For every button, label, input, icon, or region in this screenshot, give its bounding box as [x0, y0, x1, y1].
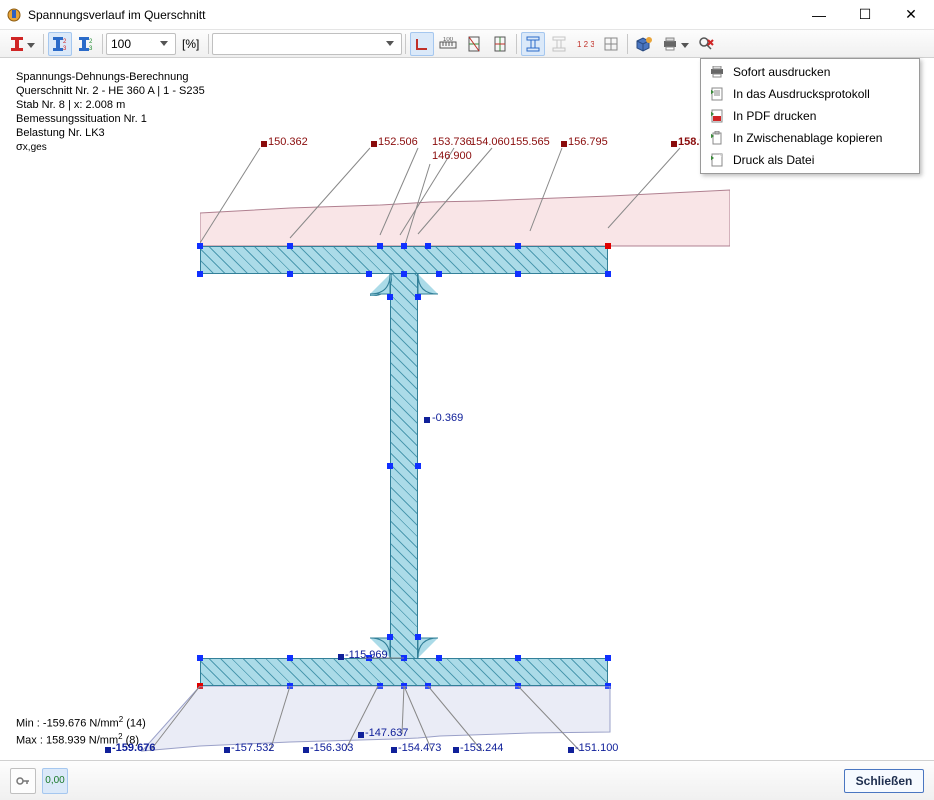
tb-printer-dropdown[interactable] [658, 32, 692, 56]
tb-I-frame-secondary[interactable] [547, 32, 571, 56]
stress-value-mid: -0.369 [432, 412, 463, 424]
menu-label: Druck als Datei [727, 153, 814, 167]
chevron-down-icon [383, 41, 397, 46]
pdf-icon [707, 109, 727, 123]
min-line: Min : -159.676 N/mm2 (14) [16, 713, 146, 731]
stress-value-bot-6: -154.473 [398, 742, 441, 754]
flange-top [200, 246, 608, 274]
copy-to-clipboard[interactable]: In Zwischenablage kopieren [703, 127, 917, 149]
val-dot [391, 747, 397, 753]
stress-value-bot-3: -157.532 [231, 742, 274, 754]
info-line-1: Spannungs-Dehnungs-Berechnung [16, 70, 205, 84]
val-dot [453, 747, 459, 753]
tb-view-3d[interactable] [632, 32, 656, 56]
stress-value-bot-5: -147.637 [365, 727, 408, 739]
val-dot [568, 747, 574, 753]
info-line-3: Stab Nr. 8 | x: 2.008 m [16, 98, 205, 112]
tb-section-red[interactable] [5, 32, 39, 56]
max-line: Max : 158.939 N/mm2 (8) [16, 730, 146, 748]
svg-text:100: 100 [443, 37, 454, 43]
tb-zoom-combo[interactable]: 100 [106, 33, 176, 55]
print-to-report[interactable]: In das Ausdrucksprotokoll [703, 83, 917, 105]
chevron-down-icon [157, 41, 171, 46]
print-to-file[interactable]: Druck als Datei [703, 149, 917, 171]
close-button[interactable]: Schließen [844, 769, 924, 793]
info-block: Spannungs-Dehnungs-Berechnung Querschnit… [16, 70, 205, 155]
web [390, 274, 418, 658]
tb-stress-diagram-1[interactable] [462, 32, 486, 56]
decimals-icon: 0,00 [45, 775, 64, 786]
menu-label: Sofort ausdrucken [727, 65, 830, 79]
window-minimize[interactable]: — [796, 0, 842, 29]
printer-icon [707, 66, 727, 78]
val-dot [561, 141, 567, 147]
footer: 0,00 Schließen [0, 760, 934, 800]
tb-results-combo[interactable] [212, 33, 402, 55]
stress-value-top-5: 155.565 [510, 136, 550, 148]
key-icon [15, 773, 31, 789]
footer-decimals-button[interactable]: 0,00 [42, 768, 68, 794]
window-close[interactable]: ✕ [888, 0, 934, 29]
report-icon [707, 87, 727, 101]
stress-value-bot-8: -151.100 [575, 742, 618, 754]
tb-section-set-a[interactable]: 23 [48, 32, 72, 56]
tb-search-cancel[interactable] [694, 32, 718, 56]
menu-label: In PDF drucken [727, 109, 816, 123]
stress-value-top-2: 152.506 [378, 136, 418, 148]
footer-key-button[interactable] [10, 768, 36, 794]
tb-section-set-b[interactable]: 23 [74, 32, 98, 56]
stress-value-top-6: 156.795 [568, 136, 608, 148]
clipboard-icon [707, 131, 727, 145]
val-dot [261, 141, 267, 147]
info-line-2: Querschnitt Nr. 2 - HE 360 A | 1 - S235 [16, 84, 205, 98]
main-toolbar: 23 23 100 [%] 100 [0, 30, 934, 58]
svg-text:2: 2 [63, 39, 67, 45]
stress-value-inner-bot: -115.969 [345, 649, 388, 661]
tb-ruler[interactable]: 100 [436, 32, 460, 56]
info-sigma: σx,ges [16, 140, 205, 155]
stress-value-top-8: 146.900 [432, 150, 472, 162]
file-icon [707, 153, 727, 167]
tb-stress-diagram-2[interactable] [488, 32, 512, 56]
print-immediately[interactable]: Sofort ausdrucken [703, 61, 917, 83]
menu-label: In das Ausdrucksprotokoll [727, 87, 870, 101]
val-dot [338, 654, 344, 660]
stress-value-top-4: 154.060 [470, 136, 510, 148]
svg-text:1 2 3: 1 2 3 [577, 40, 594, 49]
menu-label: In Zwischenablage kopieren [727, 131, 882, 145]
stress-value-bot-7: -153.244 [460, 742, 503, 754]
window-buttons: — ☐ ✕ [796, 0, 934, 29]
tb-zoom-value: 100 [111, 37, 131, 51]
stress-value-top-1: 150.362 [268, 136, 308, 148]
val-dot [671, 141, 677, 147]
app-icon [6, 7, 22, 23]
window-maximize[interactable]: ☐ [842, 0, 888, 29]
fillet [370, 274, 392, 296]
svg-text:3: 3 [63, 46, 67, 52]
svg-text:2: 2 [89, 39, 93, 45]
print-to-pdf[interactable]: In PDF drucken [703, 105, 917, 127]
val-dot [224, 747, 230, 753]
tb-corner-axes[interactable] [410, 32, 434, 56]
chevron-down-icon [681, 37, 689, 51]
tb-I-frame[interactable] [521, 32, 545, 56]
fillet [416, 274, 438, 296]
chevron-down-icon [27, 37, 35, 51]
minmax-summary: Min : -159.676 N/mm2 (14) Max : 158.939 … [16, 713, 146, 748]
val-dot [303, 747, 309, 753]
window-title: Spannungsverlauf im Querschnitt [28, 8, 205, 22]
val-dot [424, 417, 430, 423]
tb-grid[interactable] [599, 32, 623, 56]
tb-numbering[interactable]: 1 2 3 [573, 32, 597, 56]
tb-zoom-unit: [%] [176, 37, 205, 51]
stress-value-top-3: 153.736 [432, 136, 472, 148]
val-dot [371, 141, 377, 147]
svg-text:3: 3 [89, 46, 93, 52]
val-dot [358, 732, 364, 738]
titlebar: Spannungsverlauf im Querschnitt — ☐ ✕ [0, 0, 934, 30]
stress-value-bot-4: -156.303 [310, 742, 353, 754]
print-dropdown-menu: Sofort ausdrucken In das Ausdrucksprotok… [700, 58, 920, 174]
info-line-4: Bemessungssituation Nr. 1 [16, 112, 205, 126]
info-line-5: Belastung Nr. LK3 [16, 126, 205, 140]
